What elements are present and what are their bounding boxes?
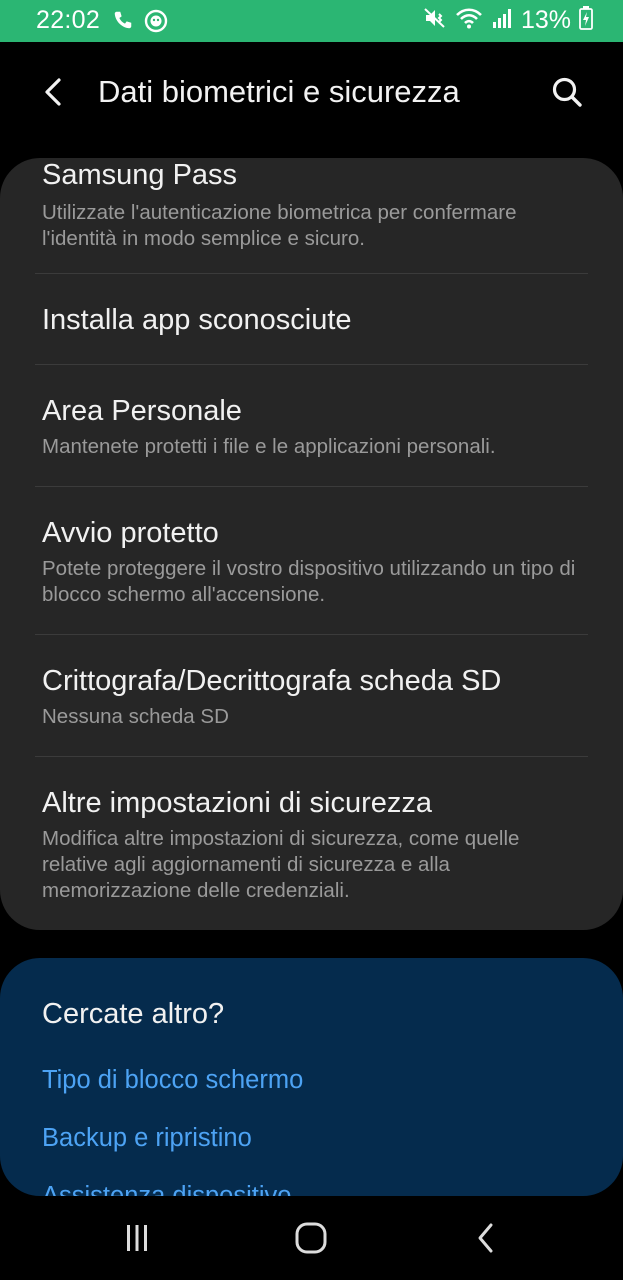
setting-title: Samsung Pass: [42, 159, 238, 191]
app-header: Dati biometrici e sicurezza: [0, 42, 623, 142]
chevron-left-icon: [45, 78, 61, 106]
recent-apps-button[interactable]: [116, 1218, 158, 1258]
suggestions-title: Cercate altro?: [42, 998, 225, 1030]
setting-title: Avvio protetto: [42, 517, 219, 549]
setting-description: Nessuna scheda SD: [42, 705, 229, 728]
link-screen-lock-type[interactable]: Tipo di blocco schermo: [42, 1066, 303, 1095]
setting-install-unknown-apps[interactable]: Installa app sconosciute: [42, 303, 581, 337]
home-icon: [295, 1222, 327, 1254]
divider: [35, 364, 588, 365]
setting-title: Installa app sconosciute: [42, 304, 352, 336]
divider: [35, 273, 588, 274]
setting-encrypt-sd-card[interactable]: Crittografa/Decrittografa scheda SD Ness…: [42, 664, 581, 730]
setting-description: Potete proteggere il vostro dispositivo …: [42, 557, 576, 606]
setting-title: Crittografa/Decrittografa scheda SD: [42, 665, 502, 697]
page-title: Dati biometrici e sicurezza: [98, 74, 460, 109]
divider: [35, 486, 588, 487]
battery-percent: 13%: [520, 6, 571, 34]
signal-icon: [491, 7, 513, 34]
setting-description: Utilizzate l'autenticazione biometrica p…: [42, 201, 517, 250]
setting-title: Area Personale: [42, 395, 242, 427]
setting-description: Modifica altre impostazioni di sicurezza…: [42, 827, 520, 902]
wifi-icon: [455, 7, 483, 34]
status-bar: 22:02 13%: [0, 0, 623, 42]
nav-back-button[interactable]: [465, 1218, 507, 1258]
setting-other-security[interactable]: Altre impostazioni di sicurezza Modifica…: [42, 786, 581, 904]
search-icon: [552, 77, 582, 107]
back-icon: [478, 1223, 493, 1253]
suggestions-card: Cercate altro? Tipo di blocco schermo Ba…: [0, 958, 623, 1196]
setting-title: Altre impostazioni di sicurezza: [42, 787, 433, 819]
back-button[interactable]: [32, 70, 76, 114]
status-time: 22:02: [36, 6, 101, 34]
search-button[interactable]: [545, 70, 589, 114]
battery-charging-icon: [579, 6, 593, 35]
app-notification-icon: [144, 9, 168, 38]
navigation-bar: [0, 1196, 623, 1280]
link-backup-restore[interactable]: Backup e ripristino: [42, 1124, 252, 1153]
setting-samsung-pass[interactable]: Samsung Pass Utilizzate l'autenticazione…: [42, 158, 581, 252]
divider: [35, 634, 588, 635]
divider: [35, 756, 588, 757]
screen: 22:02 13% Dati biometrici e sicurezza Sa…: [0, 0, 623, 1280]
setting-secure-startup[interactable]: Avvio protetto Potete proteggere il vost…: [42, 516, 581, 608]
home-button[interactable]: [290, 1218, 332, 1258]
setting-secure-folder[interactable]: Area Personale Mantenete protetti i file…: [42, 394, 581, 460]
recent-apps-icon: [127, 1225, 147, 1251]
link-device-care[interactable]: Assistenza dispositivo: [42, 1182, 291, 1196]
setting-description: Mantenete protetti i file e le applicazi…: [42, 435, 496, 458]
mute-vibrate-icon: [423, 6, 447, 35]
phone-call-icon: [112, 9, 134, 38]
settings-list: Samsung Pass Utilizzate l'autenticazione…: [0, 158, 623, 930]
